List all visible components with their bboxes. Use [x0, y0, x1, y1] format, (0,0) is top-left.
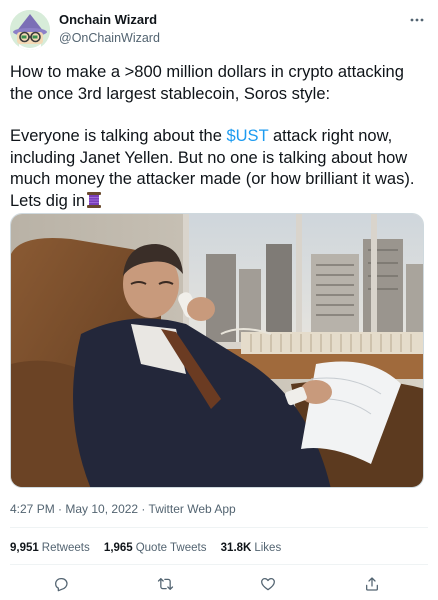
- tweet-paragraph-1: How to make a >800 million dollars in cr…: [10, 63, 404, 103]
- retweet-button[interactable]: [155, 574, 175, 594]
- divider: [10, 527, 428, 528]
- tweet-time[interactable]: 4:27 PM: [10, 502, 55, 516]
- wizard-avatar-icon: [10, 10, 50, 50]
- divider: [10, 564, 428, 565]
- thread-spool-icon: [86, 191, 102, 216]
- quote-tweets-stat[interactable]: 1,965 Quote Tweets: [104, 542, 207, 554]
- tweet-text-segment: Everyone is talking about the: [10, 127, 227, 145]
- more-options-button[interactable]: [406, 12, 428, 28]
- retweets-label: Retweets: [41, 542, 90, 554]
- tweet-meta: 4:27 PM · May 10, 2022 · Twitter Web App: [10, 502, 236, 516]
- reply-icon: [55, 578, 68, 592]
- cashtag-link-ust[interactable]: $UST: [226, 127, 268, 145]
- reply-button[interactable]: [51, 574, 71, 594]
- share-button[interactable]: [362, 574, 382, 594]
- tweet-date[interactable]: May 10, 2022: [65, 502, 138, 516]
- tweet: Onchain Wizard @OnChainWizard How to mak…: [0, 0, 438, 600]
- meta-separator: ·: [138, 502, 149, 516]
- likes-count: 31.8K: [220, 542, 252, 554]
- tweet-action-bar: [0, 574, 438, 594]
- photo-man-on-phone-image: [11, 214, 423, 487]
- meta-separator: ·: [54, 502, 66, 516]
- retweets-count: 9,951: [10, 542, 39, 554]
- more-dots-icon: [410, 18, 424, 22]
- author-handle[interactable]: @OnChainWizard: [59, 31, 160, 45]
- quote-tweets-label: Quote Tweets: [135, 542, 207, 554]
- tweet-paragraph-2: Everyone is talking about the $UST attac…: [10, 126, 430, 215]
- retweets-stat[interactable]: 9,951 Retweets: [10, 542, 90, 554]
- likes-label: Likes: [254, 542, 282, 554]
- likes-stat[interactable]: 31.8K Likes: [221, 542, 282, 554]
- author-avatar[interactable]: [10, 10, 50, 50]
- like-button[interactable]: [258, 574, 278, 594]
- share-icon: [366, 577, 378, 591]
- retweet-icon: [157, 578, 173, 590]
- quote-tweets-count: 1,965: [103, 542, 133, 554]
- tweet-photo[interactable]: [10, 213, 424, 488]
- tweet-source[interactable]: Twitter Web App: [149, 502, 236, 516]
- engagement-stats: 9,951 Retweets 1,965 Quote Tweets 31.8K Lik…: [10, 542, 292, 554]
- author-display-name[interactable]: Onchain Wizard: [59, 12, 157, 27]
- heart-icon: [261, 578, 275, 591]
- tweet-text: How to make a >800 million dollars in cr…: [10, 62, 430, 215]
